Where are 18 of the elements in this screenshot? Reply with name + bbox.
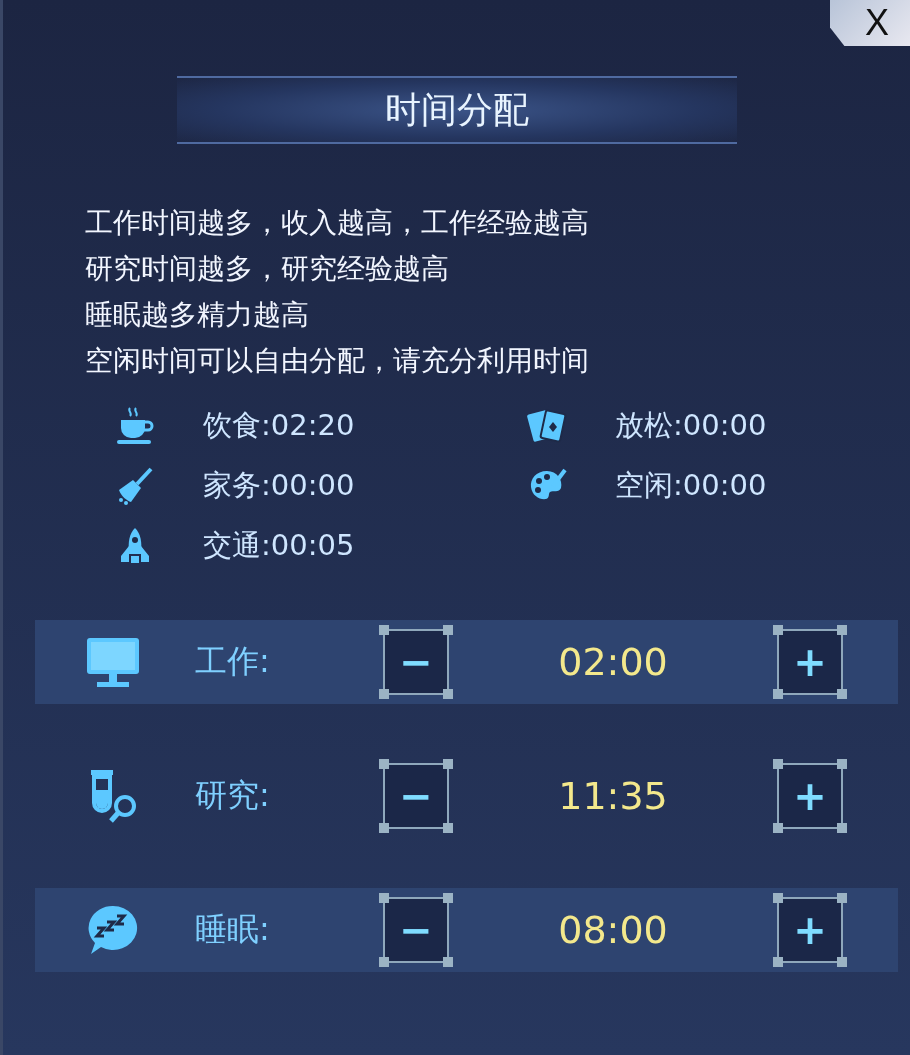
stat-label: 放松:00:00 <box>615 407 767 444</box>
close-button[interactable]: X <box>830 0 910 46</box>
coffee-cup-icon <box>115 406 155 446</box>
dialog-title: 时间分配 <box>384 87 529 132</box>
time-value: 02:00 <box>557 640 669 684</box>
allocation-label: 研究: <box>195 775 271 816</box>
time-value: 11:35 <box>557 774 669 818</box>
stat-label: 家务:00:00 <box>203 467 355 504</box>
description-line: 睡眠越多精力越高 <box>85 297 310 333</box>
allocation-label: 睡眠: <box>195 909 271 950</box>
description-line: 空闲时间可以自由分配，请充分利用时间 <box>85 343 590 379</box>
stat-label: 交通:00:05 <box>203 527 355 564</box>
stat-label: 饮食:02:20 <box>203 407 355 444</box>
allocation-label: 工作: <box>195 641 271 682</box>
stat-label: 空闲:00:00 <box>615 467 767 504</box>
description-line: 研究时间越多，研究经验越高 <box>85 251 450 287</box>
time-value: 08:00 <box>557 908 669 952</box>
description-line: 工作时间越多，收入越高，工作经验越高 <box>85 205 590 241</box>
